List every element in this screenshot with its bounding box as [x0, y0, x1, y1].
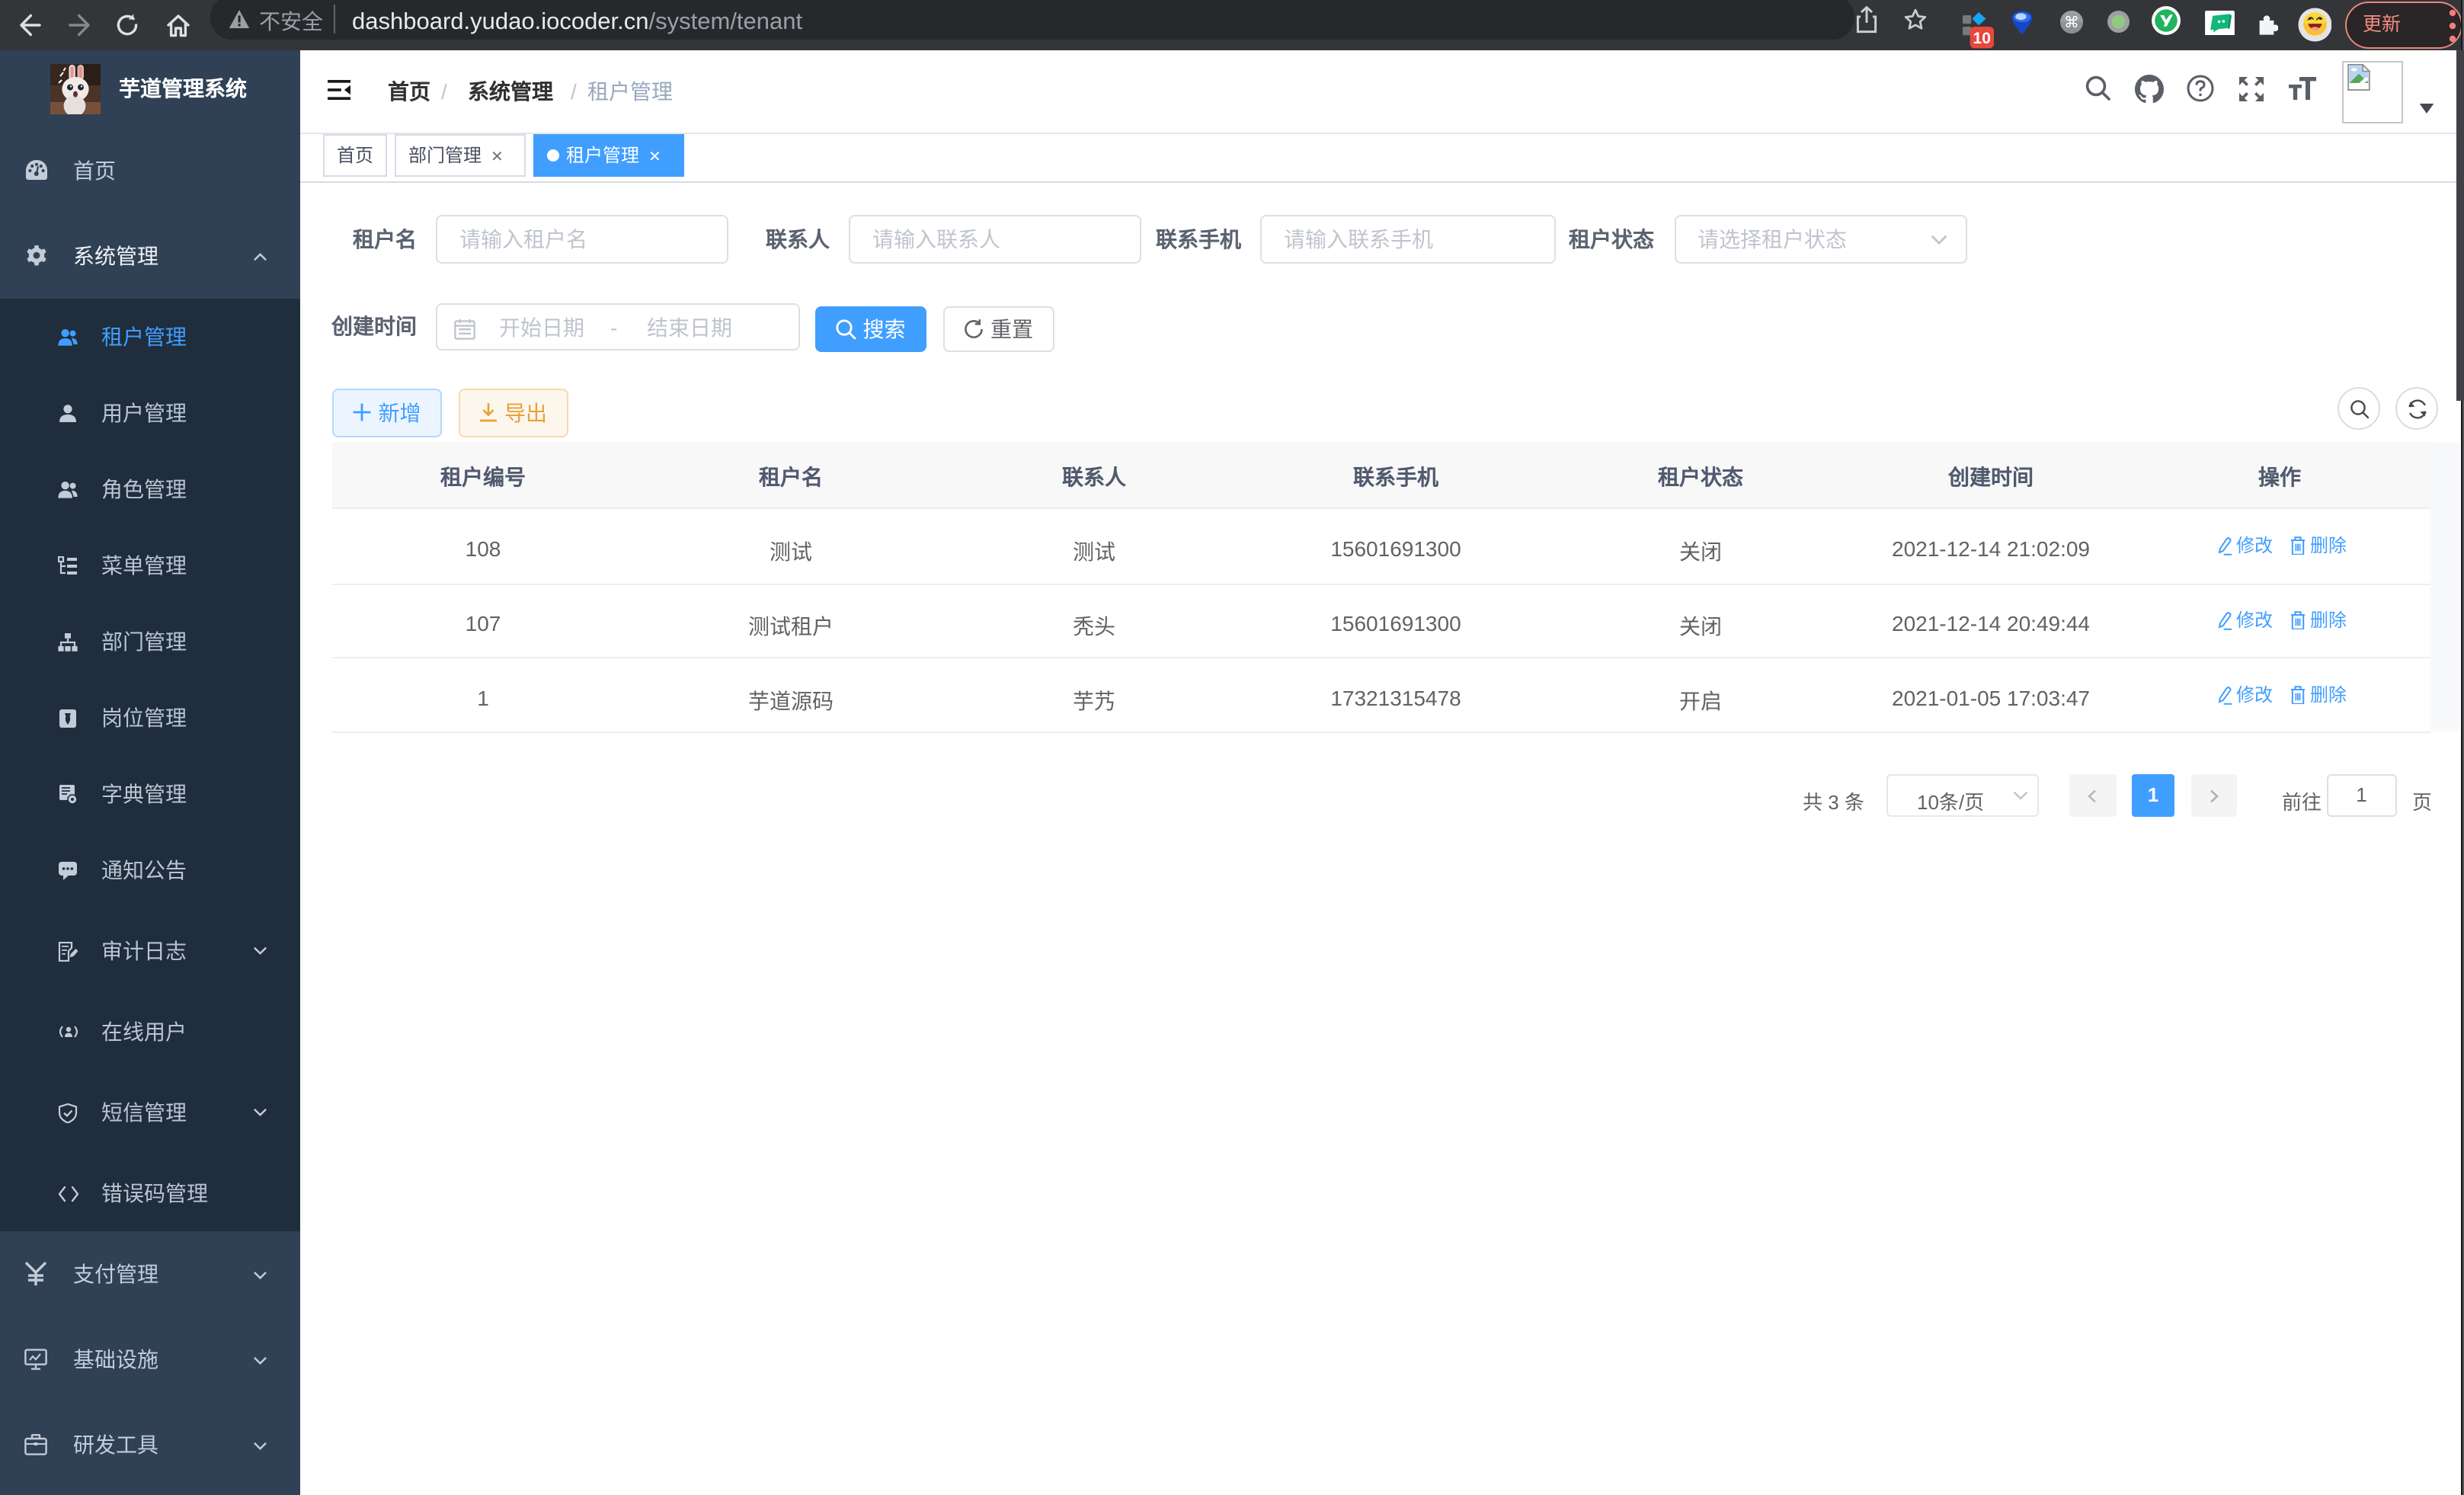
svg-text:10: 10 — [1973, 29, 1991, 46]
svg-text:⌘: ⌘ — [2063, 14, 2078, 31]
